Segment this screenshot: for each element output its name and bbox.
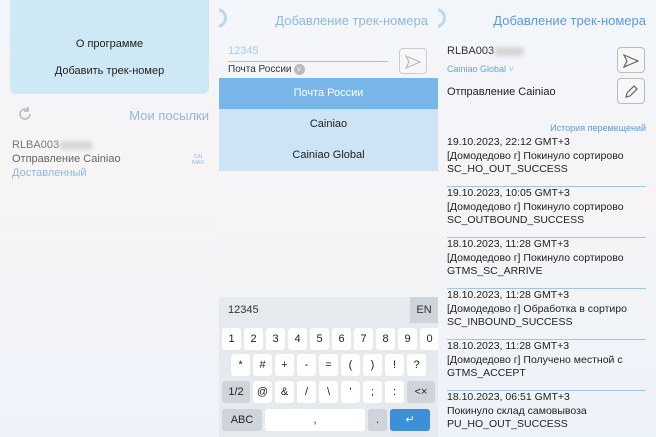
parcel-status: Доставленный	[12, 167, 87, 179]
track-field[interactable]: RLBA003	[447, 45, 525, 57]
key[interactable]: +	[275, 354, 294, 376]
track-detail-screen: Добавление трек-номера RLBA003 Cainiao G…	[438, 0, 656, 437]
event-desc: Покинуло склад самовывоза	[447, 404, 587, 417]
carrier-options: Почта России Cainiao Cainiao Global	[219, 78, 438, 171]
cainiao-logo: CAI NIAO	[191, 154, 205, 166]
key[interactable]: \	[319, 381, 338, 403]
event-desc: [Домодедово г] Покинуло сортирово	[447, 149, 624, 162]
keyboard-suggestion[interactable]: 12345	[219, 297, 438, 323]
refresh-icon[interactable]	[16, 105, 34, 123]
page-title: Мои посылки	[129, 108, 209, 123]
carrier-select[interactable]: Cainiao Global ˅	[447, 64, 514, 74]
key-numpad-toggle[interactable]: 1/2	[222, 381, 250, 403]
event-code: PU_HO_OUT_SUCCESS	[447, 418, 568, 430]
page-title: Добавление трек-номера	[493, 13, 646, 28]
shipment-label: Отправление Cainiao	[447, 86, 556, 98]
backspace-key[interactable]: <×	[407, 381, 435, 403]
back-icon[interactable]	[438, 8, 446, 28]
key[interactable]: 5	[310, 328, 329, 350]
redacted-mark	[59, 140, 94, 150]
event-list: 19.10.2023, 22:12 GMT+3 [Домодедово г] По…	[447, 136, 646, 437]
event-date: 19.10.2023, 10:05 GMT+3	[447, 187, 570, 199]
event-desc: [Домодедово г] Покинуло сортирово	[447, 200, 624, 213]
track-input[interactable]: 12345	[228, 45, 388, 62]
list-item: 19.10.2023, 22:12 GMT+3 [Домодедово г] По…	[447, 136, 646, 187]
key[interactable]: &	[275, 381, 294, 403]
parcels-screen: О программе Добавить трек-номер Мои посы…	[0, 0, 219, 437]
key[interactable]: (	[341, 354, 360, 376]
history-link[interactable]: История перемещений	[550, 123, 646, 133]
menu-item-about[interactable]: О программе	[10, 38, 209, 50]
key[interactable]: ;	[363, 381, 382, 403]
key[interactable]: 7	[354, 328, 373, 350]
chevron-down-icon: ˅	[293, 64, 305, 75]
event-date: 18.10.2023, 06:51 GMT+3	[447, 391, 570, 403]
space-key[interactable]: ,	[265, 409, 365, 431]
key[interactable]: ?	[407, 354, 426, 376]
carrier-select[interactable]: Почта России ˅	[228, 64, 305, 75]
key[interactable]: =	[319, 354, 338, 376]
key[interactable]: :	[385, 381, 404, 403]
key[interactable]: *	[231, 354, 250, 376]
event-date: 19.10.2023, 22:12 GMT+3	[447, 136, 570, 148]
key[interactable]: '	[341, 381, 360, 403]
key[interactable]: )	[363, 354, 382, 376]
event-code: GTMS_SC_ARRIVE	[447, 265, 543, 277]
dropdown-menu: О программе Добавить трек-номер	[10, 0, 209, 94]
key[interactable]: @	[253, 381, 272, 403]
event-desc: [Домодедово г] Обработка в сортиро	[447, 302, 627, 315]
option-pochta[interactable]: Почта России	[219, 78, 438, 109]
key[interactable]: 3	[266, 328, 285, 350]
menu-item-add-track[interactable]: Добавить трек-номер	[10, 65, 209, 77]
redacted-mark	[494, 46, 525, 56]
list-item: 18.10.2023, 11:28 GMT+3 [Домодедово г] Об…	[447, 289, 646, 340]
event-date: 18.10.2023, 11:28 GMT+3	[447, 289, 570, 301]
key[interactable]: .	[368, 409, 387, 431]
key[interactable]: #	[253, 354, 272, 376]
back-icon[interactable]	[219, 8, 227, 28]
key[interactable]: 2	[244, 328, 263, 350]
key[interactable]: -	[297, 354, 316, 376]
add-track-screen: Добавление трек-номера 12345 Почта Росси…	[219, 0, 438, 437]
event-date: 18.10.2023, 11:28 GMT+3	[447, 238, 570, 250]
enter-key[interactable]: ↵	[390, 409, 430, 431]
key[interactable]: 1	[222, 328, 241, 350]
page-title: Добавление трек-номера	[275, 13, 428, 28]
key[interactable]: /	[297, 381, 316, 403]
send-button[interactable]	[617, 47, 645, 73]
list-item: 18.10.2023, 11:28 GMT+3 [Домодедово г] По…	[447, 340, 646, 391]
event-code: SC_HO_OUT_SUCCESS	[447, 163, 568, 175]
keyboard: 12345 EN 1234567890 * # + - =()!? 1/2 @ & / \ ';:…	[219, 297, 438, 437]
list-item: 18.10.2023, 11:28 GMT+3 [Домодедово г] По…	[447, 238, 646, 289]
key[interactable]: 8	[376, 328, 395, 350]
key[interactable]: 9	[398, 328, 417, 350]
lang-key[interactable]: EN	[410, 297, 438, 323]
send-button[interactable]	[399, 48, 427, 74]
key[interactable]: 0	[420, 328, 438, 350]
list-item[interactable]: RLBA003 Отправление Cainiao Доставленный	[12, 139, 209, 179]
event-code: SC_INBOUND_SUCCESS	[447, 316, 573, 328]
option-cainiao[interactable]: Cainiao	[219, 109, 438, 140]
edit-button[interactable]	[617, 78, 645, 104]
list-item: 19.10.2023, 10:05 GMT+3 [Домодедово г] По…	[447, 187, 646, 238]
event-desc: [Домодедово г] Получено местной с	[447, 353, 623, 366]
event-code: SC_OUTBOUND_SUCCESS	[447, 214, 585, 226]
track-number: RLBA003	[12, 139, 60, 151]
list-item: 18.10.2023, 06:51 GMT+3 Покинуло склад са…	[447, 391, 646, 437]
chevron-down-icon: ˅	[508, 64, 514, 74]
parcel-carrier: Отправление Cainiao	[12, 153, 121, 165]
event-code: GTMS_ACCEPT	[447, 367, 526, 379]
pencil-icon	[625, 84, 638, 98]
key-abc[interactable]: ABC	[222, 409, 262, 431]
key[interactable]: !	[385, 354, 404, 376]
key[interactable]: 6	[332, 328, 351, 350]
event-date: 18.10.2023, 11:28 GMT+3	[447, 340, 570, 352]
event-desc: [Домодедово г] Покинуло сортирово	[447, 251, 624, 264]
key[interactable]: 4	[288, 328, 307, 350]
option-cainiao-global[interactable]: Cainiao Global	[219, 140, 438, 171]
